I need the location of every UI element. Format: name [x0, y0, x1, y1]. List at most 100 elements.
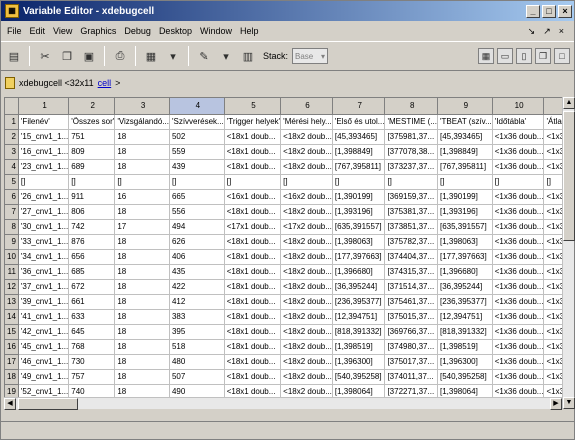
table-cell[interactable]: 18: [114, 234, 170, 250]
table-cell[interactable]: 'Összes sor': [68, 114, 116, 130]
table-cell[interactable]: '42_cnv1_1...: [18, 324, 70, 340]
column-header[interactable]: 8: [384, 98, 438, 115]
menu-window[interactable]: Window: [196, 26, 236, 36]
table-cell[interactable]: 480: [169, 354, 225, 370]
table-cell[interactable]: 18: [114, 129, 170, 145]
table-cell[interactable]: 406: [169, 249, 225, 265]
table-cell[interactable]: <18x1 doub...: [224, 129, 282, 145]
scroll-up-icon[interactable]: ▲: [563, 97, 575, 109]
table-cell[interactable]: '16_cnv1_1...: [18, 144, 70, 160]
table-cell[interactable]: <18x1 doub...: [224, 234, 282, 250]
table-cell[interactable]: <1x36 doub...: [492, 309, 545, 325]
menu-desktop[interactable]: Desktop: [155, 26, 196, 36]
menu-debug[interactable]: Debug: [120, 26, 155, 36]
row-header[interactable]: 7: [5, 204, 19, 220]
table-cell[interactable]: <1x36 doub...: [492, 144, 545, 160]
table-cell[interactable]: 395: [169, 324, 225, 340]
table-cell[interactable]: [236,395377]: [332, 294, 386, 310]
table-cell[interactable]: <18x2 doub...: [280, 129, 333, 145]
row-header[interactable]: 4: [5, 159, 19, 175]
table-cell[interactable]: 626: [169, 234, 225, 250]
table-cell[interactable]: 876: [68, 234, 116, 250]
table-cell[interactable]: []: [224, 174, 282, 190]
table-cell[interactable]: <16x1 doub...: [224, 189, 282, 205]
copy-icon[interactable]: ❐: [58, 47, 76, 65]
row-header[interactable]: 17: [5, 354, 19, 370]
menu-edit[interactable]: Edit: [26, 26, 50, 36]
table-cell[interactable]: 502: [169, 129, 225, 145]
table-cell[interactable]: <1x36 doub...: [492, 159, 545, 175]
table-cell[interactable]: <1x36 doub...: [492, 234, 545, 250]
table-cell[interactable]: [36,395244]: [437, 279, 493, 295]
column-header[interactable]: 5: [224, 98, 282, 115]
column-header[interactable]: 4: [169, 98, 225, 115]
table-cell[interactable]: 'Filenév': [18, 114, 70, 130]
table-cell[interactable]: <18x1 doub...: [224, 339, 282, 355]
table-cell[interactable]: []: [280, 174, 333, 190]
table-cell[interactable]: [767,395811]: [437, 159, 493, 175]
print-icon[interactable]: ⎙: [111, 47, 129, 65]
row-header[interactable]: 14: [5, 309, 19, 325]
table-cell[interactable]: <1x36 doub...: [492, 354, 545, 370]
row-header[interactable]: 12: [5, 279, 19, 295]
row-header[interactable]: 6: [5, 189, 19, 205]
table-cell[interactable]: 911: [68, 189, 116, 205]
table-cell[interactable]: <18x1 doub...: [224, 264, 282, 280]
table-cell[interactable]: '34_cnv1_1...: [18, 249, 70, 265]
table-cell[interactable]: []: [492, 174, 545, 190]
table-cell[interactable]: 18: [114, 339, 170, 355]
table-cell[interactable]: 383: [169, 309, 225, 325]
table-cell[interactable]: [12,394751]: [437, 309, 493, 325]
table-cell[interactable]: 809: [68, 144, 116, 160]
table-cell[interactable]: <17x1 doub...: [224, 219, 282, 235]
table-cell[interactable]: 18: [114, 354, 170, 370]
table-cell[interactable]: 507: [169, 369, 225, 385]
table-cell[interactable]: 'Mérési hely...: [280, 114, 333, 130]
table-cell[interactable]: [375381,37...: [384, 204, 438, 220]
table-cell[interactable]: 742: [68, 219, 116, 235]
menu-graphics[interactable]: Graphics: [76, 26, 120, 36]
table-cell[interactable]: [818,391332]: [437, 324, 493, 340]
table-cell[interactable]: 18: [114, 309, 170, 325]
tile-horizontal-icon[interactable]: ▭: [497, 48, 513, 64]
table-cell[interactable]: '23_cnv1_1...: [18, 159, 70, 175]
table-cell[interactable]: [1,396300]: [437, 354, 493, 370]
table-cell[interactable]: 412: [169, 294, 225, 310]
table-cell[interactable]: [1,390199]: [437, 189, 493, 205]
row-header[interactable]: 15: [5, 324, 19, 340]
table-cell[interactable]: [377078,38...: [384, 144, 438, 160]
row-header[interactable]: 11: [5, 264, 19, 280]
table-cell[interactable]: <1x36 doub...: [492, 219, 545, 235]
stack-icon[interactable]: ▥: [239, 47, 257, 65]
table-cell[interactable]: [45,393465]: [332, 129, 386, 145]
table-cell[interactable]: 556: [169, 204, 225, 220]
minimize-button[interactable]: _: [526, 4, 540, 18]
table-cell[interactable]: 672: [68, 279, 116, 295]
table-cell[interactable]: <18x1 doub...: [224, 294, 282, 310]
table-cell[interactable]: [45,393465]: [437, 129, 493, 145]
row-header[interactable]: 9: [5, 234, 19, 250]
horizontal-scrollbar[interactable]: ◀ ▶: [4, 397, 562, 410]
table-cell[interactable]: [373851,37...: [384, 219, 438, 235]
table-cell[interactable]: []: [114, 174, 170, 190]
table-cell[interactable]: '45_cnv1_1...: [18, 339, 70, 355]
table-cell[interactable]: <18x1 doub...: [224, 204, 282, 220]
table-cell[interactable]: [374404,37...: [384, 249, 438, 265]
row-header[interactable]: 18: [5, 369, 19, 385]
table-cell[interactable]: '15_cnv1_1...: [18, 129, 70, 145]
tile-grid-icon[interactable]: ▦: [478, 48, 494, 64]
table-cell[interactable]: <18x1 doub...: [224, 369, 282, 385]
table-cell[interactable]: 645: [68, 324, 116, 340]
table-cell[interactable]: 18: [114, 144, 170, 160]
table-cell[interactable]: '41_cnv1_1...: [18, 309, 70, 325]
close-document-icon[interactable]: ×: [559, 26, 564, 37]
table-cell[interactable]: 17: [114, 219, 170, 235]
close-button[interactable]: ×: [558, 4, 572, 18]
table-cell[interactable]: 435: [169, 264, 225, 280]
table-cell[interactable]: [375782,37...: [384, 234, 438, 250]
table-cell[interactable]: 18: [114, 369, 170, 385]
table-cell[interactable]: 18: [114, 279, 170, 295]
table-cell[interactable]: [1,396680]: [437, 264, 493, 280]
menu-help[interactable]: Help: [236, 26, 263, 36]
row-header[interactable]: 2: [5, 129, 19, 145]
